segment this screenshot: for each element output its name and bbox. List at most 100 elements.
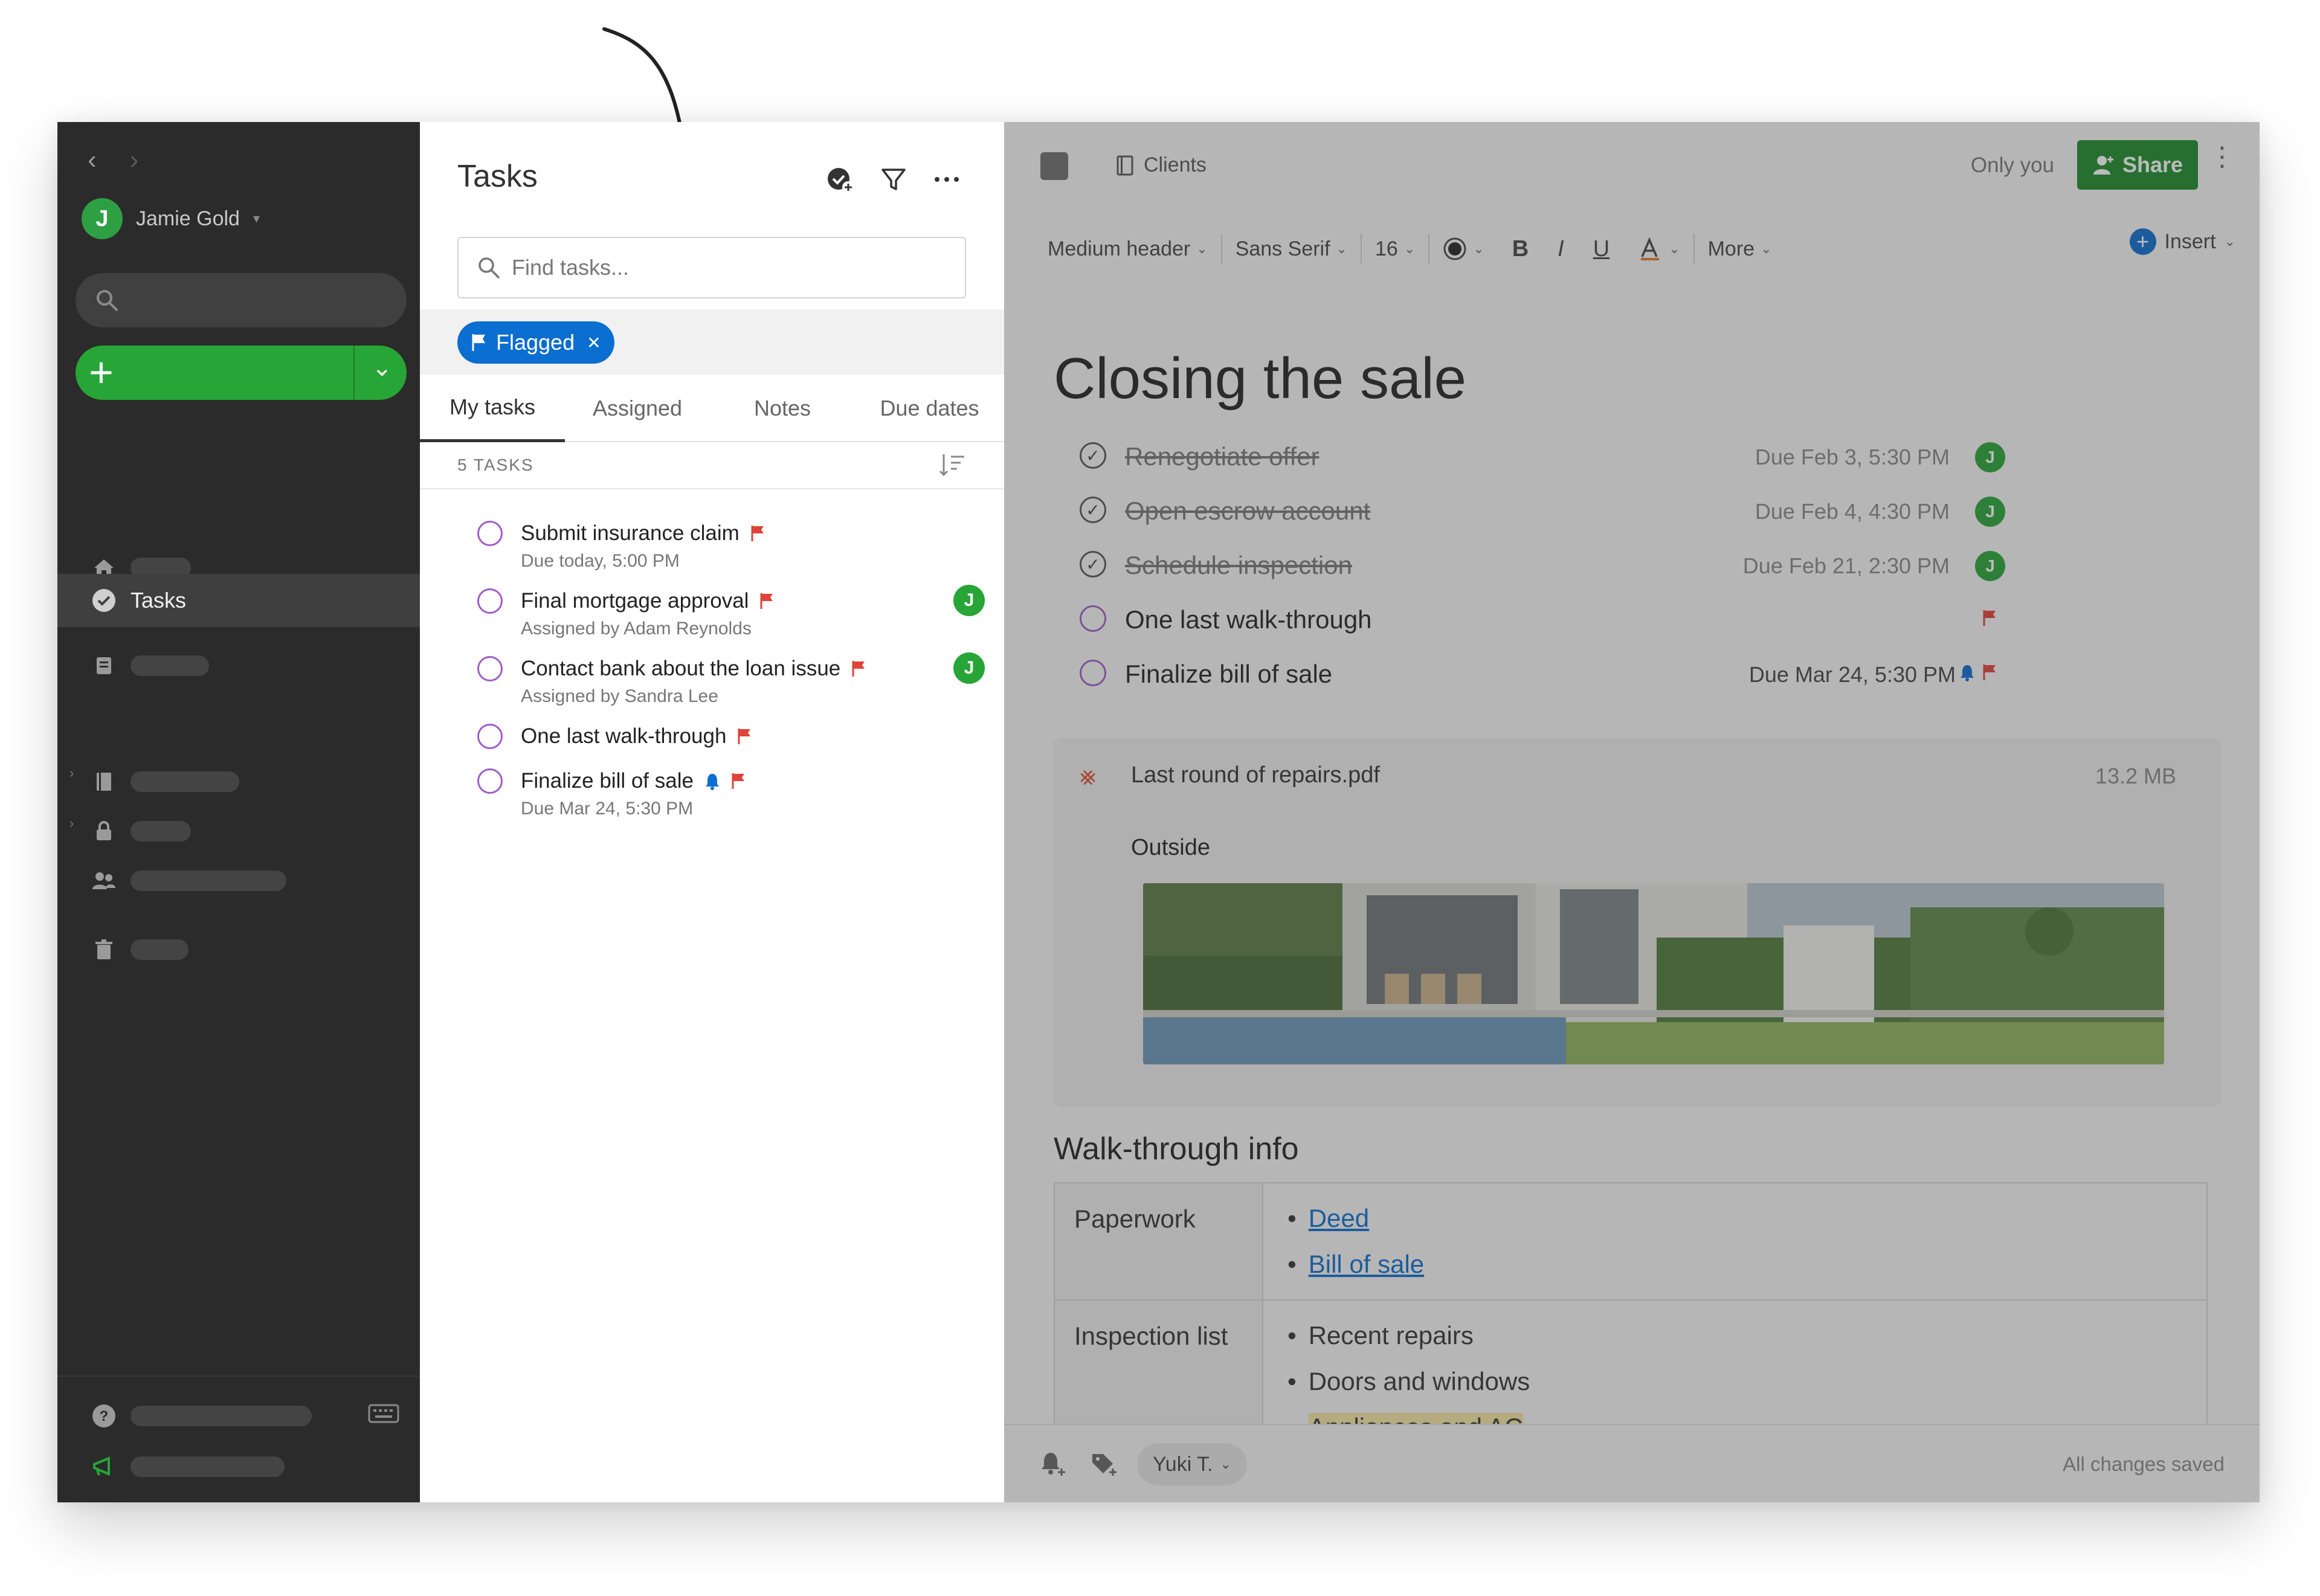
task-checkbox[interactable] <box>477 724 503 749</box>
sidebar-item-notes[interactable] <box>91 648 209 684</box>
due-date: Due Feb 21, 2:30 PM <box>1742 553 1950 578</box>
font-size-dropdown[interactable]: 16 ⌄ <box>1362 237 1428 261</box>
bold-button[interactable]: B <box>1498 236 1543 262</box>
sidebar-item-help[interactable]: ? <box>91 1398 312 1434</box>
due-date: Due Feb 4, 4:30 PM <box>1754 499 1950 524</box>
insert-label: Insert <box>2164 230 2216 253</box>
italic-button[interactable]: I <box>1543 236 1579 262</box>
reminder-icon[interactable] <box>1037 1449 1068 1479</box>
checkbox[interactable] <box>1080 605 1106 632</box>
sidebar-item-placeholder <box>130 1456 285 1477</box>
checklist-text: One last walk-through <box>1125 605 1372 634</box>
checklist-text: Finalize bill of sale <box>1125 660 1333 688</box>
task-checkbox[interactable] <box>477 521 503 546</box>
user-name: Yuki T. <box>1153 1452 1213 1476</box>
search-icon <box>478 257 500 278</box>
task-subtitle: Due today, 5:00 PM <box>521 551 680 571</box>
checklist-item[interactable]: Finalize bill of sale Due Mar 24, 5:30 P… <box>1080 655 2010 691</box>
search-input[interactable] <box>512 255 935 280</box>
font-size-label: 16 <box>1374 237 1398 260</box>
task-title: One last walk-through <box>521 724 727 748</box>
pdf-attachment[interactable]: ⨳ Last round of repairs.pdf 13.2 MB Outs… <box>1052 738 2222 1107</box>
assignee-avatar: J <box>1975 497 2005 527</box>
checklist-item[interactable]: One last walk-through <box>1080 600 2010 637</box>
share-button[interactable]: Share <box>2077 140 2198 190</box>
due-date: Due Mar 24, 5:30 PM <box>1748 662 1956 687</box>
sort-icon[interactable] <box>938 451 967 480</box>
new-note-button[interactable]: + ⌄ <box>76 346 407 400</box>
checklist-item[interactable]: ✓ Schedule inspection Due Feb 21, 2:30 P… <box>1080 546 2010 582</box>
chevron-down-icon: ⌄ <box>1473 241 1484 256</box>
section-heading: Walk-through info <box>1054 1131 1299 1166</box>
user-chip[interactable]: Yuki T. ⌄ <box>1137 1443 1247 1485</box>
more-dropdown[interactable]: More ⌄ <box>1695 237 1785 261</box>
insert-button[interactable]: + Insert ⌄ <box>2129 228 2235 255</box>
info-table: Paperwork Deed Bill of sale Inspection l… <box>1054 1182 2208 1464</box>
note-footer: Yuki T. ⌄ All changes saved <box>1004 1424 2260 1502</box>
sidebar-search[interactable] <box>76 273 407 327</box>
sidebar-item-shared[interactable] <box>91 863 286 899</box>
checkbox[interactable] <box>1080 660 1106 686</box>
bell-icon <box>1961 665 1974 681</box>
checked-icon[interactable]: ✓ <box>1080 442 1106 469</box>
search-field[interactable] <box>457 237 966 298</box>
notebook-breadcrumb[interactable]: Clients <box>1116 153 1207 177</box>
sidebar-item-announcements[interactable] <box>91 1449 285 1485</box>
doc-link[interactable]: Bill of sale <box>1309 1250 1424 1278</box>
chevron-right-icon[interactable]: › <box>69 816 74 831</box>
add-task-icon[interactable] <box>825 164 856 195</box>
list-item[interactable]: Deed <box>1287 1195 2182 1241</box>
checked-icon[interactable]: ✓ <box>1080 551 1106 578</box>
task-count: 5 TASKS <box>457 455 534 474</box>
check-circle-icon <box>91 587 117 614</box>
task-checkbox[interactable] <box>477 768 503 794</box>
add-tag-icon[interactable] <box>1089 1449 1119 1479</box>
list-item[interactable]: Bill of sale <box>1287 1241 2182 1287</box>
note-title[interactable]: Closing the sale <box>1054 346 1466 412</box>
tab-due-dates[interactable]: Due dates <box>855 375 1004 442</box>
task-tabs: My tasks Assigned Notes Due dates <box>420 375 1004 442</box>
megaphone-icon <box>91 1453 117 1480</box>
checked-icon[interactable]: ✓ <box>1080 497 1106 523</box>
task-checkbox[interactable] <box>477 588 503 614</box>
sidebar-item-locked[interactable] <box>91 813 191 849</box>
close-icon[interactable]: ✕ <box>587 333 601 353</box>
more-options-icon[interactable]: ⋮ <box>2209 144 2235 170</box>
more-options-icon[interactable] <box>932 164 962 195</box>
tab-my-tasks[interactable]: My tasks <box>420 375 565 442</box>
formatting-toolbar: Medium header ⌄ Sans Serif ⌄ 16 ⌄ ⌄ B I U ⌄… <box>1034 225 2235 273</box>
font-dropdown[interactable]: Sans Serif ⌄ <box>1222 237 1361 261</box>
sidebar-item-trash[interactable] <box>91 932 188 968</box>
text-style-dropdown[interactable]: Medium header ⌄ <box>1034 237 1221 261</box>
sidebar-item-notebooks[interactable] <box>91 764 239 800</box>
text-color-dropdown[interactable]: ⌄ <box>1429 237 1497 261</box>
app-window: ‹ › J Jamie Gold ▾ + ⌄ Tasks › › ? Tasks… <box>57 122 2260 1502</box>
forward-icon[interactable]: › <box>130 145 139 175</box>
chevron-down-icon[interactable]: ⌄ <box>372 354 392 382</box>
chevron-right-icon[interactable]: › <box>69 765 74 781</box>
filter-icon[interactable] <box>878 164 909 195</box>
keyboard-icon[interactable] <box>368 1401 399 1429</box>
visibility-label: Only you <box>1970 153 2054 177</box>
account-switcher[interactable]: J Jamie Gold ▾ <box>82 198 260 239</box>
back-icon[interactable]: ‹ <box>88 145 97 175</box>
sidebar-divider <box>57 1376 420 1377</box>
filter-chip-flagged[interactable]: Flagged ✕ <box>457 321 614 364</box>
button-divider <box>353 346 355 400</box>
sidebar-item-tasks[interactable]: Tasks <box>57 574 420 627</box>
doc-link[interactable]: Deed <box>1309 1204 1369 1232</box>
checklist-item[interactable]: ✓ Open escrow account Due Feb 4, 4:30 PM… <box>1080 492 2010 528</box>
sidebar-item-placeholder <box>130 870 286 891</box>
underline-button[interactable]: U <box>1579 236 1624 262</box>
avatar: J <box>82 198 123 239</box>
flag-icon <box>852 661 865 677</box>
checklist-item[interactable]: ✓ Renegotiate offer Due Feb 3, 5:30 PM J <box>1080 437 2010 474</box>
highlight-dropdown[interactable]: ⌄ <box>1624 236 1693 262</box>
task-checkbox[interactable] <box>477 656 503 681</box>
people-icon <box>91 867 117 894</box>
due-date: Due Feb 3, 5:30 PM <box>1754 445 1950 469</box>
tab-assigned[interactable]: Assigned <box>565 375 710 442</box>
tab-notes[interactable]: Notes <box>710 375 855 442</box>
assignee-avatar: J <box>1975 442 2005 472</box>
expand-icon[interactable] <box>1040 152 1068 180</box>
